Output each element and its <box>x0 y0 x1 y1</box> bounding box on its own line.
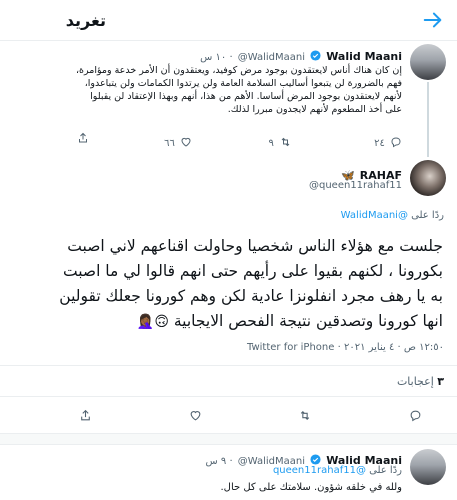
tweet-line: على أخذ المطعوم لأنهم لايجدون مبررا لذلك… <box>227 104 402 115</box>
reply-icon <box>391 137 401 148</box>
likes-label: إعجابات <box>396 375 434 388</box>
tweet-line: إن كان هناك أناس لايعتقدون بوجود مرض كوف… <box>75 65 402 76</box>
top-bar: تغريد <box>0 0 457 41</box>
tweet-top-body: إن كان هناك أناس لايعتقدون بوجود مرض كوف… <box>7 64 402 116</box>
section-separator <box>0 433 457 445</box>
tweet-meta-row: ١٢:٥٠ ص · ٤ يناير ٢٠٢١ · Twitter for iPh… <box>247 342 444 353</box>
retweet-icon[interactable] <box>298 409 312 422</box>
tweet-top-user-row: ١٠ س · @WalidMaani Walid Maani <box>200 45 402 64</box>
tweet-line: جلست مع هؤلاء الناس شخصيا وحاولت اقناعهم… <box>67 237 443 255</box>
heart-icon[interactable] <box>189 409 202 422</box>
tweet-emojis: 🙃🤦🏾‍♀️ <box>136 314 169 330</box>
retweet-button[interactable]: ٩ <box>269 131 292 150</box>
tweet-line: بكورونا ، لكنهم بقيوا على رأيهم حتى انهم… <box>63 262 443 280</box>
user-handle[interactable]: @queen11rahaf11 <box>309 180 402 191</box>
verified-badge-icon <box>310 454 321 465</box>
user-name[interactable]: Walid Maani <box>326 50 402 63</box>
retweet-icon <box>281 137 290 147</box>
reply-tweet-body: ولله في خلقه شؤون. سلامتك على كل حال. <box>220 482 403 493</box>
tweet-timestamp[interactable]: ١٢:٥٠ ص · ٤ يناير ٢٠٢١ <box>344 342 444 353</box>
user-handle[interactable]: @WalidMaani <box>238 52 305 63</box>
share-icon[interactable] <box>77 132 89 144</box>
main-tweet-actions <box>0 397 457 433</box>
verified-badge-icon <box>310 50 321 61</box>
page-title: تغريد <box>65 11 106 30</box>
tweet-source[interactable]: Twitter for iPhone <box>247 342 334 353</box>
share-icon[interactable] <box>79 409 92 422</box>
avatar-rahaf[interactable] <box>410 160 446 196</box>
back-arrow-icon[interactable] <box>422 9 444 31</box>
reply-prefix: ردًا على <box>411 210 444 221</box>
retweet-count: ٩ <box>268 138 274 149</box>
reply-button[interactable]: ٢٤ <box>374 131 402 150</box>
avatar-walid[interactable] <box>410 44 446 80</box>
avatar-walid[interactable] <box>410 449 446 485</box>
tweet-line: لأنهم لايعتقدون بوجود المرض أساسا. الأهم… <box>90 91 402 102</box>
tweet-line: فهم بالضرورة لن يتبعوا أساليب السلامة ال… <box>84 78 402 89</box>
like-count: ٦٦ <box>164 138 175 149</box>
tweet-line: انها كورونا وتصدقين نتيجة الفحص الايجابي… <box>11 309 443 335</box>
reply-prefix: ردًا على <box>369 465 402 476</box>
reply-to-link[interactable]: @queen11rahaf11 <box>273 465 366 476</box>
tweet-time[interactable]: ٩ س · <box>206 456 233 467</box>
reply-to-link[interactable]: @WalidMaani <box>341 210 408 221</box>
likes-summary[interactable]: ٣ إعجابات <box>397 375 444 388</box>
tweet-line-text: انها كورونا وتصدقين نتيجة الفحص الايجابي… <box>173 312 443 330</box>
replying-to: ردًا على @WalidMaani <box>341 210 444 221</box>
thread-connector <box>427 82 429 157</box>
main-tweet-body: جلست مع هؤلاء الناس شخصيا وحاولت اقناعهم… <box>11 234 443 335</box>
likes-count: ٣ <box>437 375 444 388</box>
tweet-top-actions: ٢٤ ٩ ٦٦ <box>7 131 402 150</box>
tweet-time[interactable]: ١٠ س · <box>200 52 233 63</box>
reply-icon[interactable] <box>409 409 422 422</box>
heart-icon <box>181 137 191 147</box>
divider <box>0 365 457 366</box>
replying-to: ردًا على @queen11rahaf11 <box>273 465 402 476</box>
reply-count: ٢٤ <box>374 138 385 149</box>
like-button[interactable]: ٦٦ <box>164 131 192 150</box>
tweet-line: به يا رهف مجرد انفلونزا عادية لكن وهم كو… <box>59 287 443 305</box>
